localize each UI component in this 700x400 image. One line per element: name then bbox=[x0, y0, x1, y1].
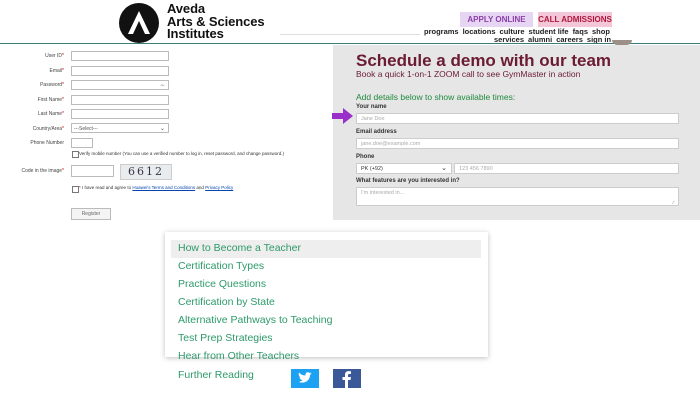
password-input[interactable]: ∼ bbox=[71, 80, 169, 90]
country-select[interactable]: ---Select--- ⌄ bbox=[71, 123, 169, 133]
menu-item-become-teacher[interactable]: How to Become a Teacher bbox=[178, 242, 301, 254]
captcha-input[interactable] bbox=[71, 165, 114, 177]
chevron-down-icon: ⌄ bbox=[159, 126, 165, 132]
features-textarea[interactable]: I'm interested in... bbox=[356, 187, 679, 206]
features-label: What features are you interested in? bbox=[356, 178, 460, 184]
email-label: Email* bbox=[49, 68, 64, 74]
user-id-label: User ID* bbox=[45, 53, 64, 59]
nav-programs[interactable]: programs bbox=[424, 27, 459, 36]
country-label: Country/Area* bbox=[32, 126, 64, 132]
terms-and: and bbox=[196, 185, 204, 190]
phone-number-label: Phone Number bbox=[30, 140, 64, 146]
country-select-value: ---Select--- bbox=[74, 126, 98, 132]
register-button[interactable]: Register bbox=[71, 208, 111, 220]
header-bottom-border bbox=[0, 43, 700, 44]
menu-item-hear-from-teachers[interactable]: Hear from Other Teachers bbox=[178, 350, 299, 362]
phone-number-input[interactable] bbox=[71, 138, 93, 148]
your-name-input[interactable]: Jane Doe bbox=[356, 113, 679, 124]
terms-text: * I have read and agree to Huawei's Term… bbox=[79, 185, 234, 190]
facebook-icon[interactable] bbox=[333, 369, 361, 388]
menu-item-practice-questions[interactable]: Practice Questions bbox=[178, 278, 266, 290]
captcha-label: Code in the image* bbox=[21, 168, 64, 174]
arrow-right-icon bbox=[332, 108, 354, 129]
eye-icon[interactable]: ∼ bbox=[160, 81, 165, 91]
first-name-label: First Name* bbox=[37, 97, 64, 103]
verify-mobile-checkbox[interactable] bbox=[72, 151, 79, 158]
password-label: Password* bbox=[40, 82, 64, 88]
twitter-icon[interactable] bbox=[291, 369, 319, 388]
user-id-input[interactable] bbox=[71, 51, 169, 61]
last-name-input[interactable] bbox=[71, 109, 169, 119]
demo-add-details: Add details below to show available time… bbox=[356, 92, 516, 102]
phone-country-select[interactable]: PK (+92) ⌄ bbox=[356, 163, 452, 174]
menu-item-test-prep[interactable]: Test Prep Strategies bbox=[178, 332, 273, 344]
privacy-policy-link[interactable]: Privacy Policy bbox=[205, 185, 233, 190]
email-address-input[interactable]: jane.doe@example.com bbox=[356, 138, 679, 149]
terms-link[interactable]: Huawei's Terms and Conditions bbox=[132, 185, 195, 190]
phone-country-value: PK (+92) bbox=[361, 166, 383, 172]
last-name-label: Last Name* bbox=[37, 111, 64, 117]
aveda-logo-icon[interactable] bbox=[119, 3, 159, 43]
header-divider bbox=[280, 34, 420, 35]
resize-handle-icon[interactable]: ∕ bbox=[673, 201, 678, 206]
aveda-logo-text[interactable]: Aveda Arts & Sciences Institutes bbox=[167, 2, 265, 41]
first-name-input[interactable] bbox=[71, 95, 169, 105]
email-input[interactable] bbox=[71, 66, 169, 76]
terms-prefix: I have read and agree to bbox=[82, 185, 132, 190]
captcha-image[interactable]: 6612 bbox=[120, 164, 172, 180]
phone-number-demo-input[interactable]: 123 456 7890 bbox=[454, 163, 679, 174]
phone-label: Phone bbox=[356, 154, 375, 160]
demo-title: Schedule a demo with our team bbox=[356, 51, 612, 70]
menu-item-certification-types[interactable]: Certification Types bbox=[178, 260, 264, 272]
chevron-down-icon: ⌄ bbox=[441, 165, 447, 172]
demo-subtitle: Book a quick 1-on-1 ZOOM call to see Gym… bbox=[356, 69, 581, 79]
terms-checkbox[interactable] bbox=[72, 186, 79, 193]
apply-online-button[interactable]: APPLY ONLINE bbox=[460, 12, 533, 27]
menu-item-alternative-pathways[interactable]: Alternative Pathways to Teaching bbox=[178, 314, 332, 326]
decorative-shape bbox=[612, 40, 632, 45]
verify-mobile-text: Verify mobile number (You can use a veri… bbox=[79, 151, 284, 156]
menu-item-further-reading[interactable]: Further Reading bbox=[178, 369, 254, 381]
call-admissions-button[interactable]: CALL ADMISSIONS bbox=[538, 12, 612, 27]
your-name-label: Your name bbox=[356, 104, 387, 110]
menu-item-certification-by-state[interactable]: Certification by State bbox=[178, 296, 275, 308]
email-address-label: Email address bbox=[356, 129, 397, 135]
logo-line-3: Institutes bbox=[167, 26, 224, 41]
